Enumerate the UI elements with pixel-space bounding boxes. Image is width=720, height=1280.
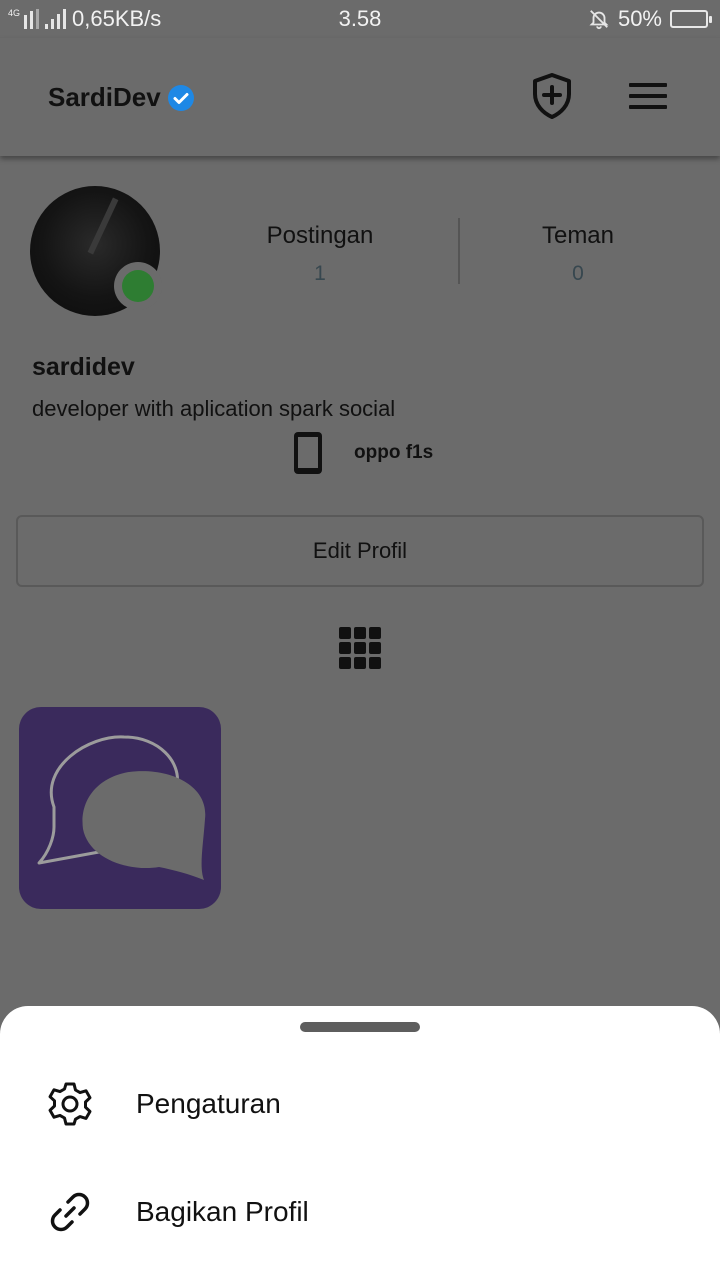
- edit-profile-button[interactable]: Edit Profil: [16, 515, 704, 587]
- stat-posts-value: 1: [314, 262, 326, 285]
- stat-divider: [458, 218, 460, 284]
- device-name: oppo f1s: [354, 442, 434, 463]
- link-icon: [50, 1192, 90, 1232]
- status-bar: 4G 0,65KB/s 3.58 50%: [0, 0, 720, 38]
- battery-percent: 50%: [617, 6, 662, 31]
- bio: developer with aplication spark social: [32, 396, 396, 421]
- device-info: oppo f1s: [292, 430, 433, 476]
- stat-friends[interactable]: Teman 0: [478, 222, 678, 286]
- stat-posts-label: Postingan: [266, 222, 374, 249]
- stat-friends-label: Teman: [541, 222, 615, 249]
- smartphone-icon: [294, 432, 322, 474]
- menu-item-share-profile[interactable]: Bagikan Profil: [0, 1167, 720, 1257]
- online-dot: [122, 270, 154, 302]
- app-bar: SardiDev: [0, 38, 720, 156]
- chat-bubbles-icon: [37, 735, 206, 880]
- hamburger-menu-icon[interactable]: [626, 78, 670, 114]
- stat-posts[interactable]: Postingan 1: [220, 222, 420, 286]
- grid-icon[interactable]: [338, 626, 382, 670]
- post-thumbnail[interactable]: [19, 707, 221, 909]
- menu-item-settings[interactable]: Pengaturan: [0, 1059, 720, 1149]
- menu-item-settings-label: Pengaturan: [136, 1088, 281, 1119]
- profile-title: SardiDev: [48, 82, 195, 113]
- gear-icon: [48, 1082, 92, 1126]
- menu-item-share-profile-label: Bagikan Profil: [136, 1196, 309, 1227]
- mute-bell-icon: [589, 10, 609, 30]
- privacy-shield-button[interactable]: [530, 72, 574, 120]
- username: sardidev: [32, 353, 135, 381]
- battery-icon: [670, 10, 712, 28]
- bottom-sheet: Pengaturan Bagikan Profil: [0, 1006, 720, 1280]
- sheet-drag-handle[interactable]: [300, 1022, 420, 1032]
- status-right: 50%: [588, 6, 712, 32]
- app-title: SardiDev: [48, 82, 161, 112]
- verified-badge-icon: [167, 84, 194, 111]
- online-status-indicator: [114, 262, 162, 310]
- stat-friends-value: 0: [572, 262, 584, 285]
- shield-plus-icon: [533, 73, 571, 119]
